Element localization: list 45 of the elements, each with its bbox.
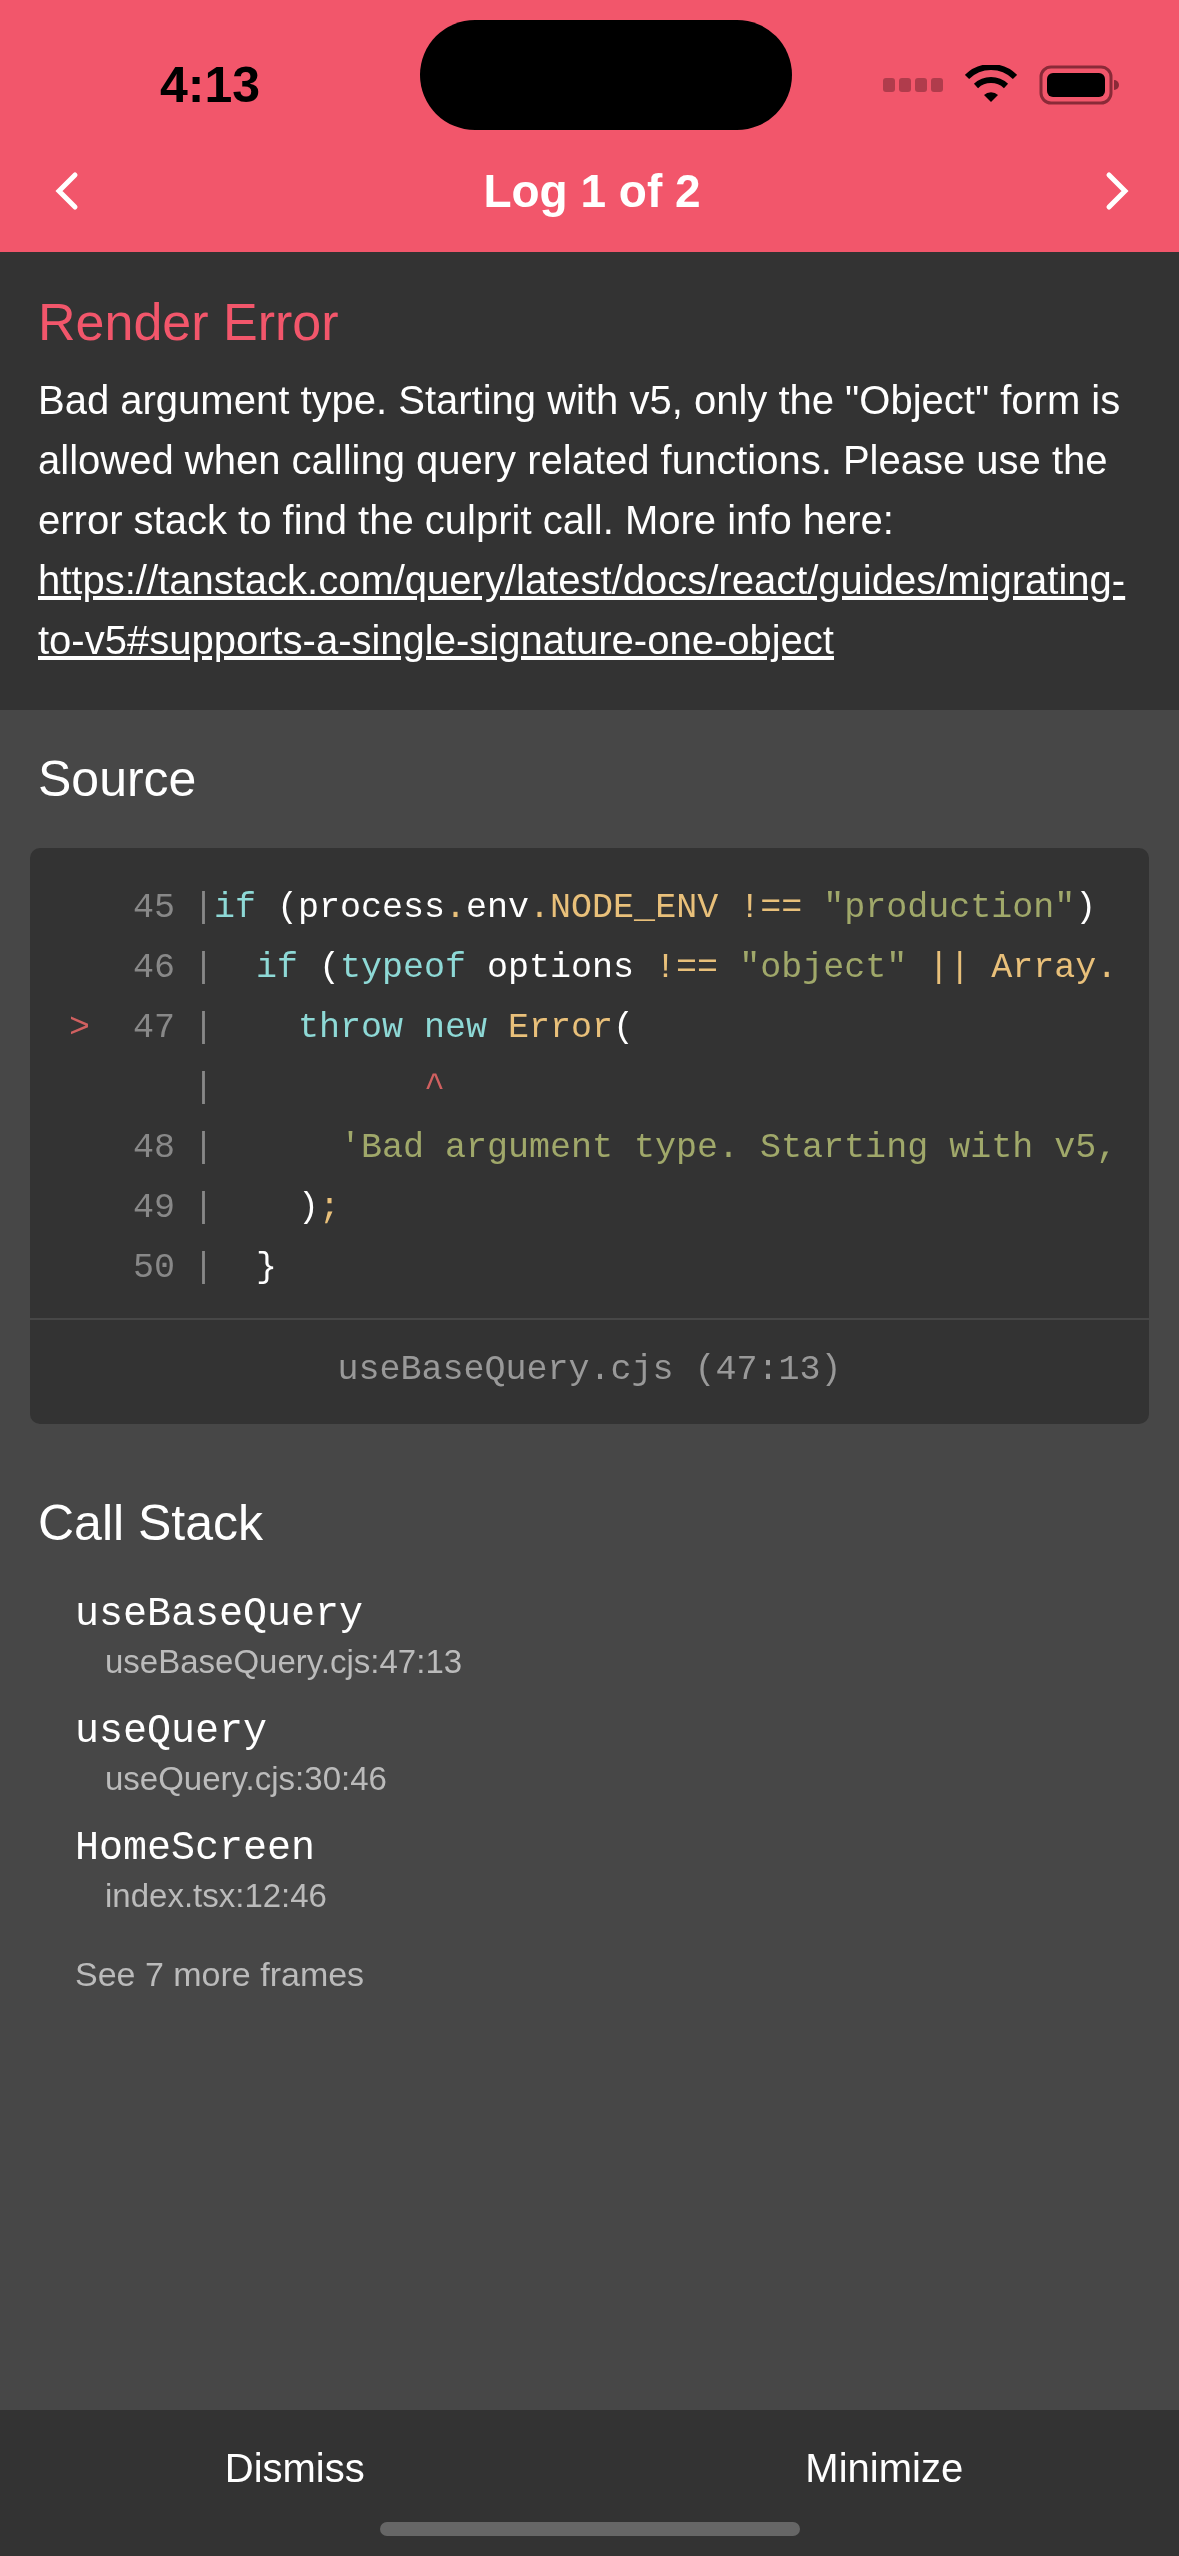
wifi-icon — [965, 65, 1017, 105]
code-line: throw new Error( — [297, 1007, 635, 1050]
docs-link[interactable]: https://tanstack.com/query/latest/docs/react/guides/migrating-to-v5#supports-a-single-signature-one-object — [38, 550, 1141, 670]
line-number: 47 — [132, 1007, 175, 1050]
log-counter: Log 1 of 2 — [483, 164, 701, 218]
line-number: 50 — [132, 1247, 175, 1290]
gutter-glyph: | — [193, 887, 214, 930]
more-frames-button[interactable]: See 7 more frames — [75, 1955, 365, 1994]
status-time: 4:13 — [158, 56, 262, 114]
line-number: 45 — [132, 887, 175, 930]
stack-frame-location: useBaseQuery.cjs:47:13 — [104, 1643, 464, 1681]
error-message: Bad argument type. Starting with v5, only the "Object" form is allowed when calling query related functions. Please use the error stack to find the culprit call. More info here: — [38, 378, 1121, 542]
battery-icon — [1039, 65, 1119, 105]
code-line: ); — [297, 1187, 341, 1230]
gutter-glyph: | — [193, 1007, 214, 1050]
gutter-glyph: | — [193, 947, 214, 990]
chevron-right-icon — [1105, 171, 1129, 211]
gutter-glyph: | — [193, 1067, 214, 1110]
stack-frame-location: index.tsx:12:46 — [104, 1877, 328, 1915]
footer-button[interactable]: Minimize — [589, 2410, 1179, 2556]
footer-button[interactable]: Dismiss — [0, 2410, 590, 2556]
next-log-button[interactable] — [1105, 171, 1129, 211]
stack-frame-name: useBaseQuery — [75, 1592, 365, 1637]
code-line: ^ — [423, 1067, 446, 1110]
line-number: 49 — [132, 1187, 175, 1230]
code-line: 'Bad argument type. Starting with v5, — [339, 1127, 1118, 1170]
code-line: if (process.env.NODE_ENV !== "production") — [214, 887, 1097, 930]
previous-log-button[interactable] — [55, 171, 79, 211]
line-number: 46 — [132, 947, 175, 990]
error-title: Render Error — [38, 292, 340, 352]
current-line-marker: > — [68, 1007, 90, 1050]
stack-frame-location: useQuery.cjs:30:46 — [104, 1760, 388, 1798]
stack-frame-name: useQuery — [75, 1709, 269, 1754]
chevron-left-icon — [55, 171, 79, 211]
source-file-location: useBaseQuery.cjs (47:13) — [336, 1349, 843, 1392]
code-line: } — [255, 1247, 278, 1290]
stack-frame-name: HomeScreen — [75, 1826, 317, 1871]
section-heading: Source — [37, 750, 198, 808]
gutter-glyph: | — [193, 1127, 214, 1170]
code-line: if (typeof options !== "object" || Array. — [255, 947, 1118, 990]
line-number: 48 — [132, 1127, 175, 1170]
gutter-glyph: | — [193, 1187, 214, 1230]
signal-dots-icon — [883, 78, 943, 92]
gutter-glyph: | — [193, 1247, 214, 1290]
section-heading: Call Stack — [37, 1494, 265, 1552]
